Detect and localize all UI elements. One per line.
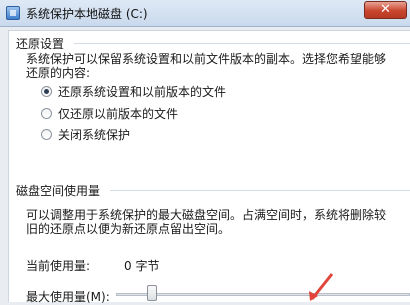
radio-option-files-only[interactable]: 仅还原以前版本的文件 <box>41 105 178 121</box>
radio-option-label: 还原系统设置和以前版本的文件 <box>58 84 227 99</box>
radio-option-label: 关闭系统保护 <box>58 127 131 142</box>
restore-settings-divider <box>74 43 410 44</box>
restore-description-line1: 系统保护可以保留系统设置和以前文件版本的副本。选择您希望能够 <box>26 52 387 66</box>
disk-usage-divider <box>110 190 410 191</box>
disk-usage-heading: 磁盘空间使用量 <box>16 184 101 198</box>
annotation-arrow-icon <box>309 273 334 301</box>
restore-settings-heading: 还原设置 <box>16 37 65 51</box>
radio-button-selected[interactable] <box>41 85 52 97</box>
radio-option-turn-off[interactable]: 关闭系统保护 <box>41 126 130 142</box>
title-bar: 系统保护本地磁盘 (C:) ✕ <box>0 0 410 27</box>
max-usage-slider-track[interactable] <box>116 293 410 296</box>
max-usage-slider-thumb[interactable] <box>147 285 157 301</box>
radio-button[interactable] <box>41 128 52 140</box>
restore-description-line2: 还原的内容: <box>26 66 91 80</box>
radio-option-label: 仅还原以前版本的文件 <box>58 106 179 121</box>
radio-button[interactable] <box>41 107 52 119</box>
radio-option-restore-all[interactable]: 还原系统设置和以前版本的文件 <box>41 83 226 99</box>
disk-description-line1: 可以调整用于系统保护的最大磁盘空间。占满空间时，系统将删除较 <box>26 208 387 222</box>
system-protection-icon <box>6 6 20 20</box>
window-title: 系统保护本地磁盘 (C:) <box>26 7 148 21</box>
current-usage-value: 0 字节 <box>124 259 160 273</box>
disk-description-line2: 旧的还原点以便为新还原点留出空间。 <box>26 222 231 236</box>
close-button[interactable]: ✕ <box>364 1 407 19</box>
max-usage-label: 最大使用量(M): <box>26 290 110 304</box>
current-usage-label: 当前使用量: <box>26 259 91 273</box>
